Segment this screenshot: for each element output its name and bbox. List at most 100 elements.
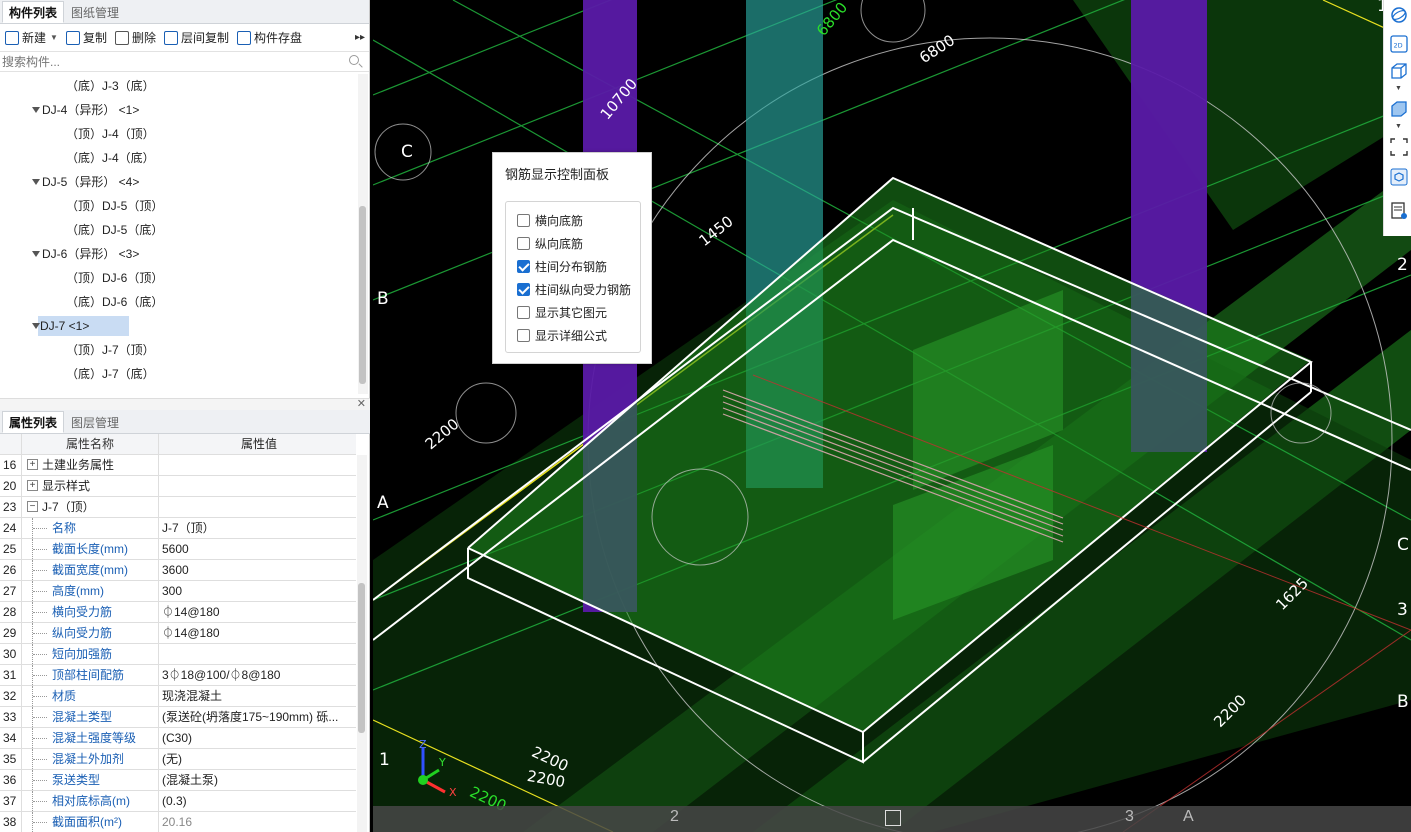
expand-icon[interactable]: + [27,459,38,470]
property-value[interactable]: (0.3) [159,791,356,811]
chevron-down-icon[interactable]: ▼ [50,33,58,42]
property-value[interactable]: 3600 [159,560,356,580]
expand-arrow-icon[interactable] [32,179,40,185]
property-row[interactable]: 32 材质 现浇混凝土 [0,686,356,707]
panel-separator[interactable]: ✕ [0,398,370,410]
property-value[interactable] [159,455,356,475]
property-row[interactable]: 16 + 土建业务属性 [0,455,356,476]
property-row[interactable]: 23− J-7（顶） [0,497,356,518]
property-value[interactable]: J-7（顶） [159,518,356,538]
tree-scrollbar[interactable] [358,74,368,394]
tree-node-group[interactable]: DJ-4（异形） <1> [0,98,358,122]
property-value[interactable]: 现浇混凝土 [159,686,356,706]
property-row[interactable]: 31 顶部柱间配筋 3⏀18@100/⏀8@180 [0,665,356,686]
tree-node-item[interactable]: （底）DJ-6（底） [0,290,358,314]
property-value[interactable]: ⏀14@180 [159,623,356,643]
property-row[interactable]: 28 横向受力筋 ⏀14@180 [0,602,356,623]
more-icon[interactable]: ▸▸ [355,32,365,43]
property-value[interactable]: (C30) [159,728,356,748]
tree-node-group[interactable]: DJ-6（异形） <3> [0,242,358,266]
property-row[interactable]: 24 名称 J-7（顶） [0,518,356,539]
properties-view-icon[interactable] [1390,202,1408,220]
checkbox[interactable] [517,237,530,250]
property-row[interactable]: 38 截面面积(m²) 20.16 [0,812,356,832]
property-scroll-thumb[interactable] [358,583,365,733]
checkbox[interactable] [517,283,530,296]
property-row[interactable]: 34 混凝土强度等级 (C30) [0,728,356,749]
expand-icon[interactable]: + [27,480,38,491]
rebar-option[interactable]: 显示详细公式 [506,324,640,347]
property-row[interactable]: 27 高度(mm) 300 [0,581,356,602]
grid-label: B [377,289,389,309]
property-value[interactable]: 3⏀18@100/⏀8@180 [159,665,356,685]
property-scrollbar[interactable] [357,455,367,832]
checkbox[interactable] [517,306,530,319]
chevron-down-icon[interactable]: ▼ [1395,123,1402,130]
rebar-option[interactable]: 纵向底筋 [506,232,640,255]
3d-box-icon[interactable] [1390,62,1408,80]
property-row[interactable]: 20 + 显示样式 [0,476,356,497]
rebar-option[interactable]: 柱间分布钢筋 [506,255,640,278]
checkbox[interactable] [517,260,530,273]
rebar-option[interactable]: 横向底筋 [506,209,640,232]
tree-node-item[interactable]: （底）J-3（底） [0,74,358,98]
tab-drawing-management[interactable]: 图纸管理 [64,1,126,23]
property-value[interactable]: (无) [159,749,356,769]
tree-node-item[interactable]: （顶）J-7（顶） [0,338,358,362]
tab-property-list[interactable]: 属性列表 [2,411,65,433]
collapse-icon[interactable]: − [27,501,38,512]
property-value[interactable]: (混凝土泵) [159,770,356,790]
checkbox[interactable] [517,329,530,342]
property-row[interactable]: 33 混凝土类型 (泵送砼(坍落度175~190mm) 砾... [0,707,356,728]
2d-view-icon[interactable]: 2D [1390,35,1408,53]
property-row[interactable]: 29 纵向受力筋 ⏀14@180 [0,623,356,644]
rebar-option[interactable]: 柱间纵向受力钢筋 [506,278,640,301]
tree-node-item[interactable]: （顶）DJ-6（顶） [0,266,358,290]
tree-node-group[interactable]: DJ-7 <1> [0,314,358,338]
property-row[interactable]: 36 泵送类型 (混凝土泵) [0,770,356,791]
property-row[interactable]: 25 截面长度(mm) 5600 [0,539,356,560]
expand-arrow-icon[interactable] [32,251,40,257]
property-value[interactable] [159,497,356,517]
floor-copy-button[interactable]: 层间复制 [161,26,234,50]
new-button[interactable]: 新建 ▼ [2,26,63,50]
rebar-option[interactable]: 显示其它图元 [506,301,640,324]
property-row[interactable]: 26 截面宽度(mm) 3600 [0,560,356,581]
property-value[interactable]: 20.16 [159,812,356,832]
tree-node-item[interactable]: （底）J-7（底） [0,362,358,386]
solid-box-icon[interactable] [1390,100,1408,118]
3d-viewport[interactable]: C B A 1 2 C 3 B 1 10700 6800 6800 1450 2… [373,0,1411,832]
chevron-down-icon[interactable]: ▼ [1395,85,1402,92]
tree-node-item[interactable]: （顶）J-4（顶） [0,122,358,146]
view-cube-icon[interactable] [1390,168,1408,186]
search-input[interactable] [0,52,340,71]
property-row[interactable]: 30 短向加强筋 [0,644,356,665]
copy-button[interactable]: 复制 [63,26,112,50]
tab-layer-management[interactable]: 图层管理 [64,411,126,433]
checkbox[interactable] [517,214,530,227]
model-scene[interactable] [373,0,1411,832]
property-value[interactable]: 5600 [159,539,356,559]
delete-button[interactable]: 删除 [112,26,161,50]
expand-arrow-icon[interactable] [32,107,40,113]
close-icon[interactable]: ✕ [357,397,366,410]
tree-node-item[interactable]: （顶）DJ-5（顶） [0,194,358,218]
property-value[interactable]: 300 [159,581,356,601]
tree-node-item[interactable]: （底）J-4（底） [0,146,358,170]
tab-component-list[interactable]: 构件列表 [2,1,65,23]
expand-arrow-icon[interactable] [32,323,40,329]
property-value[interactable] [159,644,356,664]
search-icon[interactable] [349,55,359,65]
property-row[interactable]: 35 混凝土外加剂 (无) [0,749,356,770]
tree-node-item[interactable]: （底）DJ-5（底） [0,218,358,242]
fullscreen-icon[interactable] [1390,138,1408,156]
property-value[interactable] [159,476,356,496]
save-component-button[interactable]: 构件存盘 [234,26,307,50]
tree-scroll-thumb[interactable] [359,206,366,384]
component-tree: （底）J-3（底） DJ-4（异形） <1> （顶）J-4（顶） （底）J-4（底） D… [0,74,358,394]
property-row[interactable]: 37 相对底标高(m) (0.3) [0,791,356,812]
property-value[interactable]: ⏀14@180 [159,602,356,622]
property-value[interactable]: (泵送砼(坍落度175~190mm) 砾... [159,707,356,727]
orbit-icon[interactable] [1390,6,1408,24]
tree-node-group[interactable]: DJ-5（异形） <4> [0,170,358,194]
